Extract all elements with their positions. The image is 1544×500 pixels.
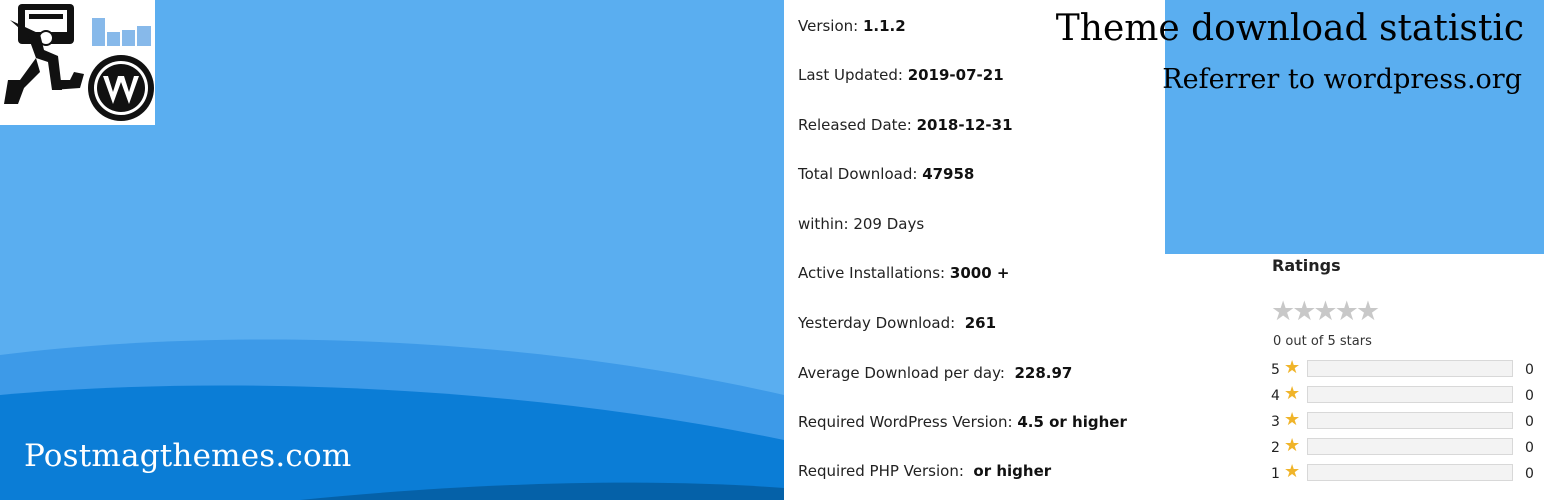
runner-computer-icon bbox=[4, 4, 84, 104]
star-icon: ★ bbox=[1284, 383, 1301, 404]
page-title: Theme download statistic bbox=[1055, 8, 1524, 49]
title-box: Theme download statistic Referrer to wor… bbox=[1056, 0, 1544, 254]
stat-within-days: within: 209 Days bbox=[798, 215, 925, 233]
stat-total-download: Total Download: 47958 bbox=[798, 165, 975, 183]
star-icon: ★ bbox=[1284, 357, 1301, 378]
rating-bar bbox=[1307, 464, 1513, 481]
bar-chart-icon bbox=[92, 18, 151, 46]
star-icon: ★ bbox=[1284, 435, 1301, 456]
stat-required-php: Required PHP Version: or higher bbox=[798, 462, 1052, 480]
rating-bar bbox=[1307, 412, 1513, 429]
stars-caption: 0 out of 5 stars bbox=[1273, 334, 1372, 349]
stat-yesterday-download: Yesterday Download: 261 bbox=[798, 314, 997, 332]
banner-panel: Postmagthemes.com bbox=[0, 0, 784, 500]
stat-version: Version: 1.1.2 bbox=[798, 17, 906, 35]
stat-required-wordpress: Required WordPress Version: 4.5 or highe… bbox=[798, 413, 1127, 431]
logo bbox=[0, 0, 155, 125]
rating-row-5: 5 ★ 0 bbox=[1271, 357, 1534, 378]
stat-last-updated: Last Updated: 2019-07-21 bbox=[798, 66, 1004, 84]
rating-bar bbox=[1307, 438, 1513, 455]
rating-bar bbox=[1307, 386, 1513, 403]
ratings-panel: Ratings ★★★★★ 0 out of 5 stars 5 ★ 0 4 ★… bbox=[1265, 254, 1544, 500]
stat-average-download: Average Download per day: 228.97 bbox=[798, 364, 1073, 382]
page-subtitle: Referrer to wordpress.org bbox=[1162, 64, 1522, 95]
star-icon: ★ bbox=[1284, 409, 1301, 430]
site-name: Postmagthemes.com bbox=[24, 438, 352, 474]
rating-row-4: 4 ★ 0 bbox=[1271, 383, 1534, 404]
star-rating-icon: ★★★★★ bbox=[1271, 296, 1380, 327]
stat-active-installations: Active Installations: 3000 + bbox=[798, 264, 1010, 282]
stat-released-date: Released Date: 2018-12-31 bbox=[798, 116, 1013, 134]
rating-row-3: 3 ★ 0 bbox=[1271, 409, 1534, 430]
wordpress-logo-icon bbox=[88, 55, 154, 121]
ratings-title: Ratings bbox=[1272, 256, 1341, 275]
star-icon: ★ bbox=[1284, 461, 1301, 482]
rating-row-2: 2 ★ 0 bbox=[1271, 435, 1534, 456]
rating-row-1: 1 ★ 0 bbox=[1271, 461, 1534, 482]
rating-bar bbox=[1307, 360, 1513, 377]
